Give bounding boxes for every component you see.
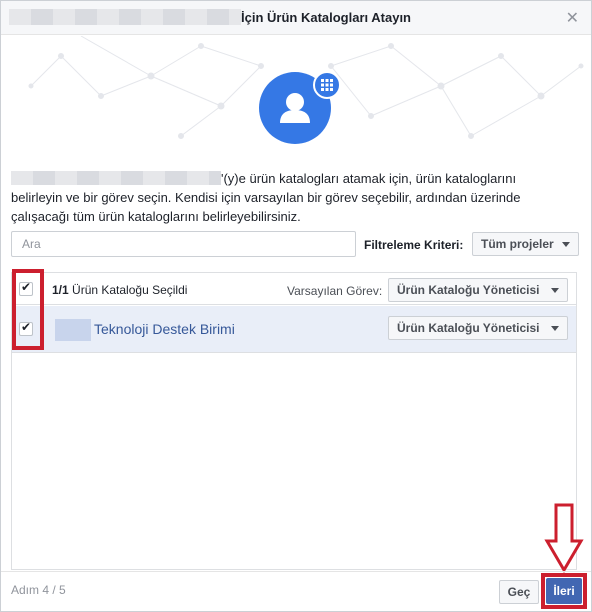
annotation-highlight-next	[541, 573, 587, 609]
description-line1: '(y)e ürün katalogları atamak için, ürün…	[221, 171, 517, 186]
dialog-header: İçin Ürün Katalogları Atayın ✕	[1, 1, 591, 35]
step-indicator: Adım 4 / 5	[11, 583, 66, 597]
table-row[interactable]: ✔ Teknoloji Destek Birimi Ürün Kataloğu …	[12, 306, 576, 353]
description-line3: çalışacağı tüm ürün kataloglarını belirl…	[11, 209, 301, 224]
row-role-value: Ürün Kataloğu Yöneticisi	[397, 321, 540, 335]
catalog-name[interactable]: Teknoloji Destek Birimi	[94, 321, 235, 337]
close-icon[interactable]: ✕	[566, 8, 579, 28]
dialog-footer: Adım 4 / 5 Geç İleri	[1, 571, 591, 612]
row-role-dropdown[interactable]: Ürün Kataloğu Yöneticisi	[388, 316, 568, 340]
table-header: ✔ 1/1 Ürün Kataloğu Seçildi Varsayılan G…	[12, 273, 576, 305]
hero-illustration	[1, 36, 591, 156]
default-role-label: Varsayılan Görev:	[287, 284, 383, 298]
default-role-dropdown[interactable]: Ürün Kataloğu Yöneticisi	[388, 278, 568, 302]
redacted-user-name	[9, 9, 241, 25]
filter-label: Filtreleme Kriteri:	[364, 238, 464, 252]
search-input[interactable]	[11, 231, 356, 257]
grid-icon	[313, 71, 341, 99]
default-role-value: Ürün Kataloğu Yöneticisi	[397, 283, 540, 297]
description: '(y)e ürün katalogları atamak için, ürün…	[11, 169, 581, 226]
annotation-arrow-icon	[544, 503, 584, 573]
chevron-down-icon	[551, 326, 559, 331]
assign-catalogs-dialog: İçin Ürün Katalogları Atayın ✕ '(y)e ürü…	[0, 0, 592, 612]
selected-count: 1/1 Ürün Kataloğu Seçildi	[52, 283, 187, 297]
dialog-title: İçin Ürün Katalogları Atayın	[241, 10, 411, 25]
description-line2: belirleyin ve bir görev seçin. Kendisi i…	[11, 190, 521, 205]
filter-dropdown[interactable]: Tüm projeler	[472, 232, 579, 256]
catalog-table: ✔ 1/1 Ürün Kataloğu Seçildi Varsayılan G…	[11, 272, 577, 570]
selected-count-value: 1/1	[52, 283, 69, 297]
chevron-down-icon	[551, 288, 559, 293]
chevron-down-icon	[562, 242, 570, 247]
catalog-avatar	[55, 319, 91, 341]
redacted-user-name-inline	[11, 171, 221, 185]
selected-count-label: Ürün Kataloğu Seçildi	[72, 283, 188, 297]
annotation-highlight-checkboxes	[12, 269, 44, 350]
filter-dropdown-value: Tüm projeler	[481, 237, 554, 251]
skip-button[interactable]: Geç	[499, 580, 539, 604]
